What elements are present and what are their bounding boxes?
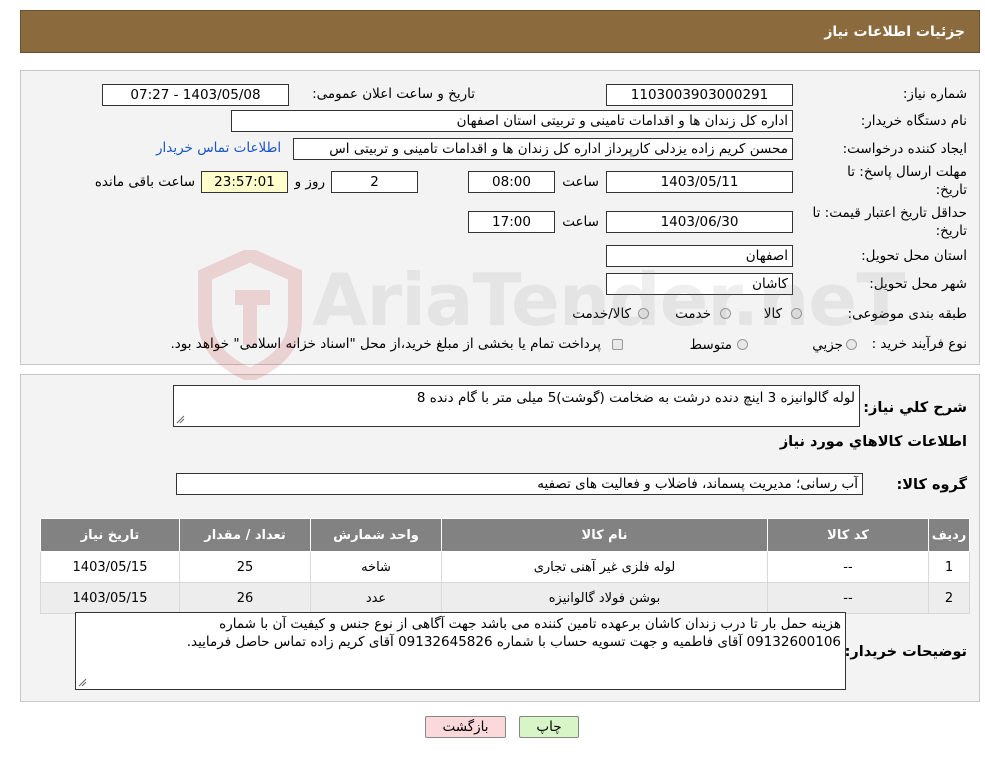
cell-code: -- (767, 551, 929, 583)
validity-label-line1: حداقل تاریخ اعتبار قیمت: تا (812, 205, 967, 221)
validity-time-label: ساعت (562, 214, 599, 230)
buyer-notes-line1: هزینه حمل بار تا درب زندان کاشان برعهده … (219, 616, 841, 632)
page-header: جزئیات اطلاعات نیاز (20, 10, 980, 53)
buyer-org-label: نام دستگاه خریدار: (860, 113, 967, 129)
buyer-notes-label: توضيحات خريدار: (844, 644, 967, 660)
announce-field[interactable]: 1403/05/08 - 07:27 (102, 84, 289, 106)
goods-group-field[interactable]: آب رسانی؛ مدیریت پسماند، فاضلاب و فعالیت… (176, 473, 863, 495)
goods-group-label: گروه کالا: (896, 477, 967, 493)
cell-date: 1403/05/15 (40, 582, 180, 614)
cell-unit: شاخه (310, 551, 442, 583)
deadline-time-field[interactable]: 08:00 (468, 171, 555, 193)
buyer-notes-line2: 09132600106 آقای فاطمیه و جهت تسویه حساب… (186, 634, 841, 650)
buyer-notes-field[interactable]: هزینه حمل بار تا درب زندان کاشان برعهده … (75, 612, 846, 690)
cell-row: 1 (928, 551, 970, 583)
buyer-org-field[interactable]: اداره کل زندان ها و اقدامات تامینی و ترب… (231, 110, 793, 132)
validity-label-line2: تاریخ: (935, 223, 967, 239)
deadline-date-field[interactable]: 1403/05/11 (606, 171, 793, 193)
goods-info-title: اطلاعات کالاهاي مورد نياز (779, 434, 967, 450)
cell-code: -- (767, 582, 929, 614)
need-description-field[interactable]: لوله گالوانیزه 3 اینچ دنده درشت به ضخامت… (173, 385, 860, 427)
resize-grip-icon[interactable] (78, 678, 87, 687)
col-name-header: نام کالا (441, 518, 768, 552)
days-field: 2 (331, 171, 418, 193)
goods-table-header: رديف کد کالا نام کالا واحد شمارش تعداد /… (40, 518, 970, 552)
requester-label: ایجاد کننده درخواست: (842, 141, 967, 157)
remaining-time-field: 23:57:01 (201, 171, 288, 193)
watermark-text: AriaTender.neT (312, 258, 905, 342)
deadline-time-label: ساعت (562, 174, 599, 190)
col-qty-header: تعداد / مقدار (179, 518, 311, 552)
deadline-label-line2: تاریخ: (935, 182, 967, 198)
cell-unit: عدد (310, 582, 442, 614)
col-date-header: تاريخ نياز (40, 518, 180, 552)
goods-table: رديف کد کالا نام کالا واحد شمارش تعداد /… (40, 518, 970, 614)
remaining-label: ساعت باقی مانده (94, 174, 195, 190)
page-title: جزئیات اطلاعات نیاز (824, 24, 965, 40)
need-description-label: شرح کلي نياز: (863, 400, 967, 416)
need-number-field[interactable]: 1103003903000291 (606, 84, 793, 106)
buyer-contact-link[interactable]: اطلاعات تماس خریدار (156, 140, 281, 156)
col-row-header: رديف (928, 518, 970, 552)
validity-date-field[interactable]: 1403/06/30 (606, 211, 793, 233)
need-number-label: شماره نیاز: (902, 86, 967, 102)
back-button[interactable]: بازگشت (425, 716, 506, 738)
announce-label: تاریخ و ساعت اعلان عمومی: (312, 86, 475, 102)
validity-time-field[interactable]: 17:00 (468, 211, 555, 233)
deadline-label-line1: مهلت ارسال پاسخ: تا (847, 164, 967, 180)
cell-row: 2 (928, 582, 970, 614)
cell-name: لوله فلزی غیر آهنی تجاری (441, 551, 768, 583)
requester-field[interactable]: محسن کریم زاده یزدلی کارپرداز اداره کل ز… (293, 138, 793, 160)
col-unit-header: واحد شمارش (310, 518, 442, 552)
need-description-text: لوله گالوانیزه 3 اینچ دنده درشت به ضخامت… (416, 390, 855, 406)
col-code-header: کد کالا (767, 518, 929, 552)
cell-name: بوشن فولاد گالوانیزه (441, 582, 768, 614)
cell-date: 1403/05/15 (40, 551, 180, 583)
days-label: روز و (294, 174, 325, 190)
cell-qty: 25 (179, 551, 311, 583)
resize-grip-icon[interactable] (176, 415, 185, 424)
print-button[interactable]: چاپ (519, 716, 579, 738)
cell-qty: 26 (179, 582, 311, 614)
watermark-logo (198, 250, 302, 380)
table-row: 1 -- لوله فلزی غیر آهنی تجاری شاخه 25 14… (40, 551, 970, 583)
table-row: 2 -- بوشن فولاد گالوانیزه عدد 26 1403/05… (40, 582, 970, 614)
